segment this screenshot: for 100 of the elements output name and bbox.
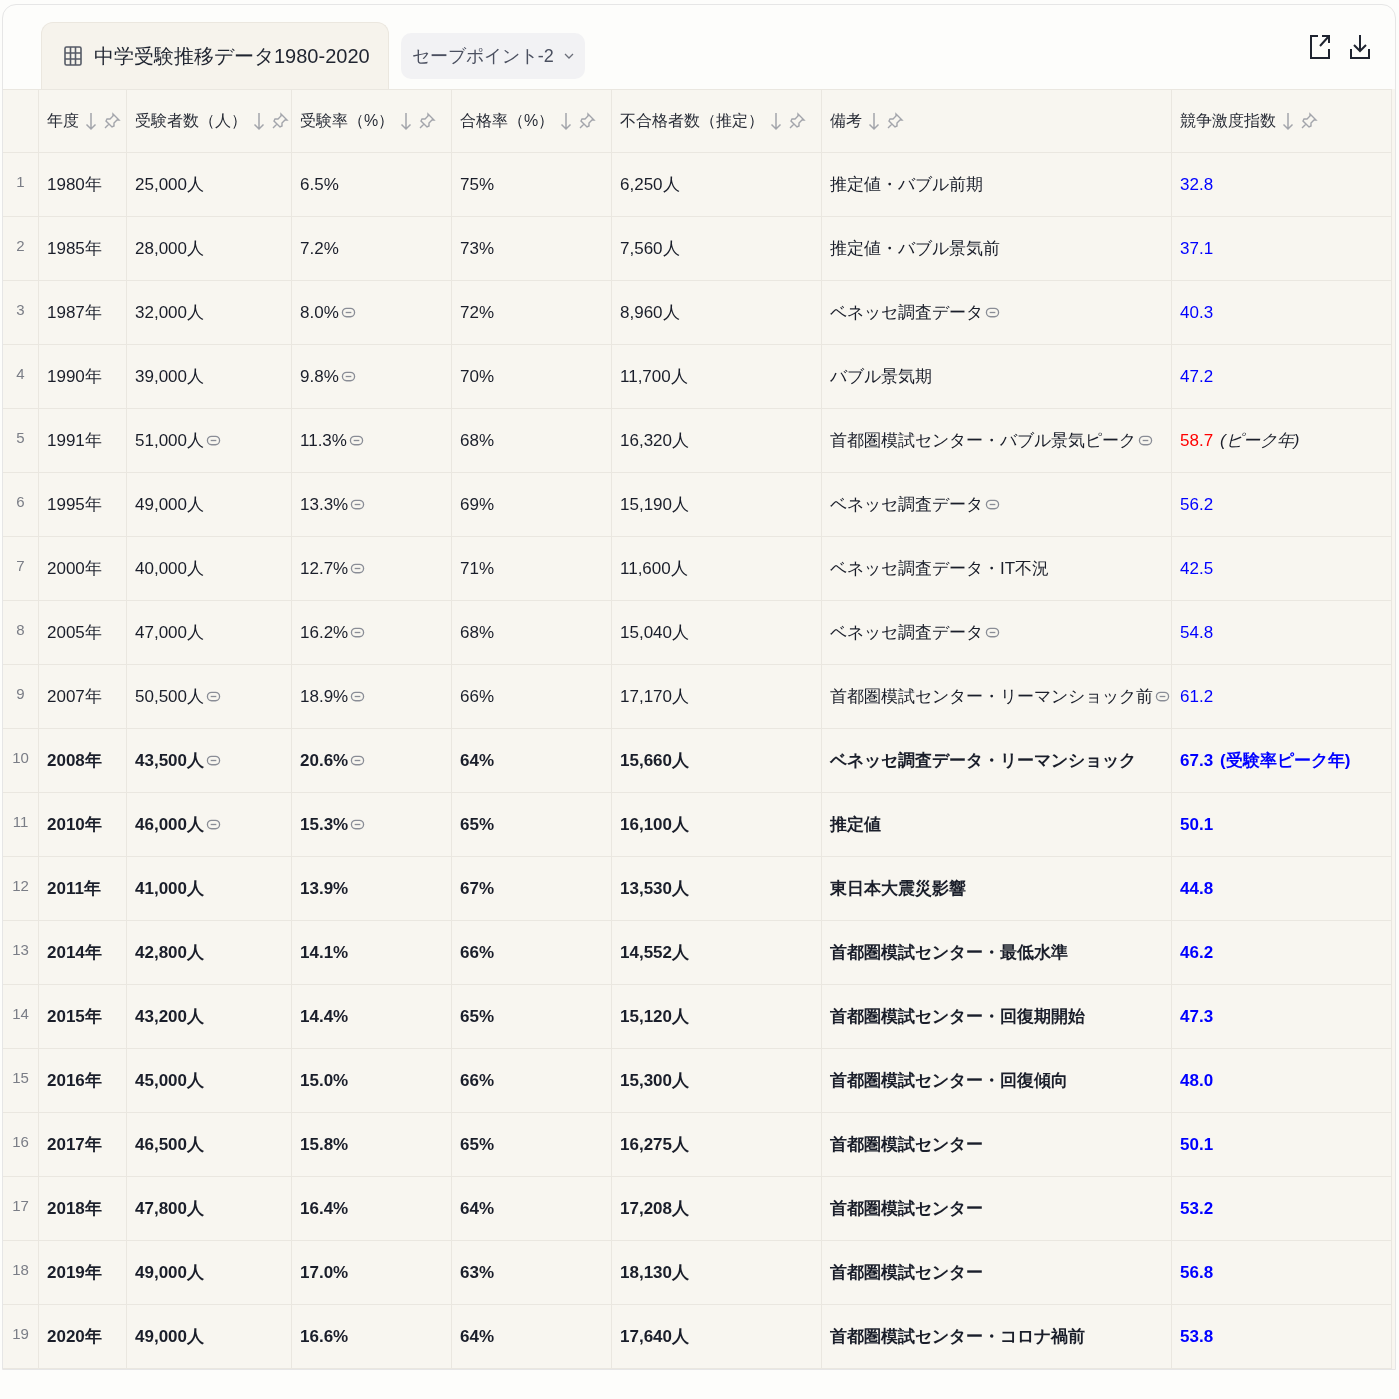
citation-icon[interactable] (350, 817, 366, 832)
table-cell-text: 14,552人 (620, 942, 689, 964)
citation-icon[interactable] (350, 689, 366, 704)
sort-arrow-icon[interactable] (400, 111, 413, 131)
table-cell-text: 17,208人 (620, 1198, 689, 1220)
savepoint-dropdown[interactable]: セーブポイント-2 (400, 33, 585, 79)
table-cell-text: 49,000人 (135, 1326, 204, 1348)
pin-icon[interactable] (418, 112, 437, 130)
citation-icon[interactable] (350, 753, 366, 768)
index-value: 61.2 (1180, 686, 1214, 707)
table-cell: 66% (460, 686, 495, 707)
table-cell-text: 49,000人 (135, 1262, 204, 1284)
open-external-icon[interactable] (1309, 33, 1331, 61)
citation-icon[interactable] (1155, 689, 1170, 704)
index-value: 44.8 (1180, 878, 1214, 899)
citation-icon[interactable] (348, 433, 364, 448)
table-cell-text: 16,100人 (620, 814, 689, 836)
column-title: 合格率（%） (460, 110, 555, 131)
citation-icon[interactable] (206, 433, 221, 448)
citation-icon[interactable] (350, 497, 366, 512)
table-cell-text: 東日本大震災影響 (830, 878, 966, 900)
table-cell-text: ベネッセ調査データ (830, 622, 983, 644)
citation-icon[interactable] (340, 305, 356, 320)
download-icon[interactable] (1349, 33, 1371, 61)
column-header[interactable]: 年度 (39, 89, 127, 153)
table-cell-text: 15,300人 (620, 1070, 689, 1092)
pin-icon[interactable] (103, 112, 121, 130)
table-cell-text: 42,800人 (135, 942, 204, 964)
table-cell-text: 28,000人 (135, 238, 204, 260)
table-cell-text: 首都圏模試センター・最低水準 (830, 942, 1068, 964)
table-cell-text: 50,500人 (135, 686, 204, 708)
sort-arrow-icon[interactable] (85, 111, 97, 131)
citation-icon[interactable] (350, 561, 366, 576)
row-number: 17 (3, 1177, 39, 1241)
table-cell-text: 2017年 (47, 1134, 102, 1156)
row-number: 5 (3, 409, 39, 473)
table-cell-text: 47,800人 (135, 1198, 204, 1220)
table-cell-text: 45,000人 (135, 1070, 204, 1092)
sort-arrow-icon[interactable] (770, 111, 782, 131)
table-cell: 9.8% (300, 366, 339, 387)
sort-arrow-icon[interactable] (868, 111, 880, 131)
pin-icon[interactable] (1300, 112, 1318, 130)
row-number: 14 (3, 985, 39, 1049)
table-cell-text: 2014年 (47, 942, 102, 964)
pin-icon[interactable] (578, 112, 597, 130)
table-cell-text: 15,190人 (620, 494, 689, 516)
table-cell: 6.5% (300, 174, 339, 195)
table-cell-text: 2007年 (47, 686, 102, 708)
row-number: 4 (3, 345, 39, 409)
sort-arrow-icon[interactable] (253, 111, 265, 131)
table-cell-text: 2005年 (47, 622, 102, 644)
pin-icon[interactable] (886, 112, 904, 130)
index-value: 67.3 (1180, 750, 1214, 771)
column-header[interactable]: 不合格者数（推定） (612, 89, 822, 153)
row-number: 7 (3, 537, 39, 601)
table-cell-text: 51,000人 (135, 430, 204, 452)
column-header[interactable]: 受験率（%） (292, 89, 452, 153)
pin-icon[interactable] (788, 112, 806, 130)
index-value: 56.8 (1180, 1262, 1214, 1283)
citation-icon[interactable] (1138, 433, 1153, 448)
citation-icon[interactable] (985, 625, 1000, 640)
table-cell: 63% (460, 1262, 495, 1283)
table-cell-text: 首都圏模試センター (830, 1262, 983, 1284)
row-number: 12 (3, 857, 39, 921)
citation-icon[interactable] (985, 497, 1000, 512)
column-title: 年度 (47, 110, 79, 131)
table-cell-text: 16,320人 (620, 430, 689, 452)
table-cell-text: 1985年 (47, 238, 102, 260)
table-cell: 15.8% (300, 1134, 349, 1155)
table-cell-text: 15,120人 (620, 1006, 689, 1028)
citation-icon[interactable] (350, 625, 366, 640)
index-note: (ピーク年) (1220, 430, 1300, 452)
row-number: 19 (3, 1305, 39, 1369)
citation-icon[interactable] (340, 369, 356, 384)
index-value: 56.2 (1180, 494, 1214, 515)
table-cell-text: 1980年 (47, 174, 102, 196)
pin-icon[interactable] (271, 112, 289, 130)
column-header[interactable]: 競争激度指数 (1172, 89, 1392, 153)
row-number: 2 (3, 217, 39, 281)
sort-arrow-icon[interactable] (1282, 111, 1294, 131)
table-cell-text: 2008年 (47, 750, 102, 772)
table-cell: 66% (460, 1070, 495, 1091)
table-cell-text: 2016年 (47, 1070, 102, 1092)
citation-icon[interactable] (206, 817, 221, 832)
citation-icon[interactable] (206, 753, 221, 768)
citation-icon[interactable] (206, 689, 221, 704)
table-cell: 16.6% (300, 1326, 349, 1347)
column-header[interactable]: 受験者数（人） (127, 89, 292, 153)
index-value: 53.2 (1180, 1198, 1214, 1219)
table-cell: 68% (460, 430, 495, 451)
citation-icon[interactable] (985, 305, 1000, 320)
column-title: 不合格者数（推定） (620, 110, 764, 131)
column-header[interactable]: 備考 (822, 89, 1172, 153)
table-cell: 72% (460, 302, 495, 323)
table-cell: 73% (460, 238, 495, 259)
sort-arrow-icon[interactable] (560, 111, 573, 131)
sheet-tab[interactable]: 中学受験推移データ1980-2020 (41, 22, 389, 89)
table-cell: 65% (460, 814, 495, 835)
column-header[interactable]: 合格率（%） (452, 89, 612, 153)
row-number: 8 (3, 601, 39, 665)
